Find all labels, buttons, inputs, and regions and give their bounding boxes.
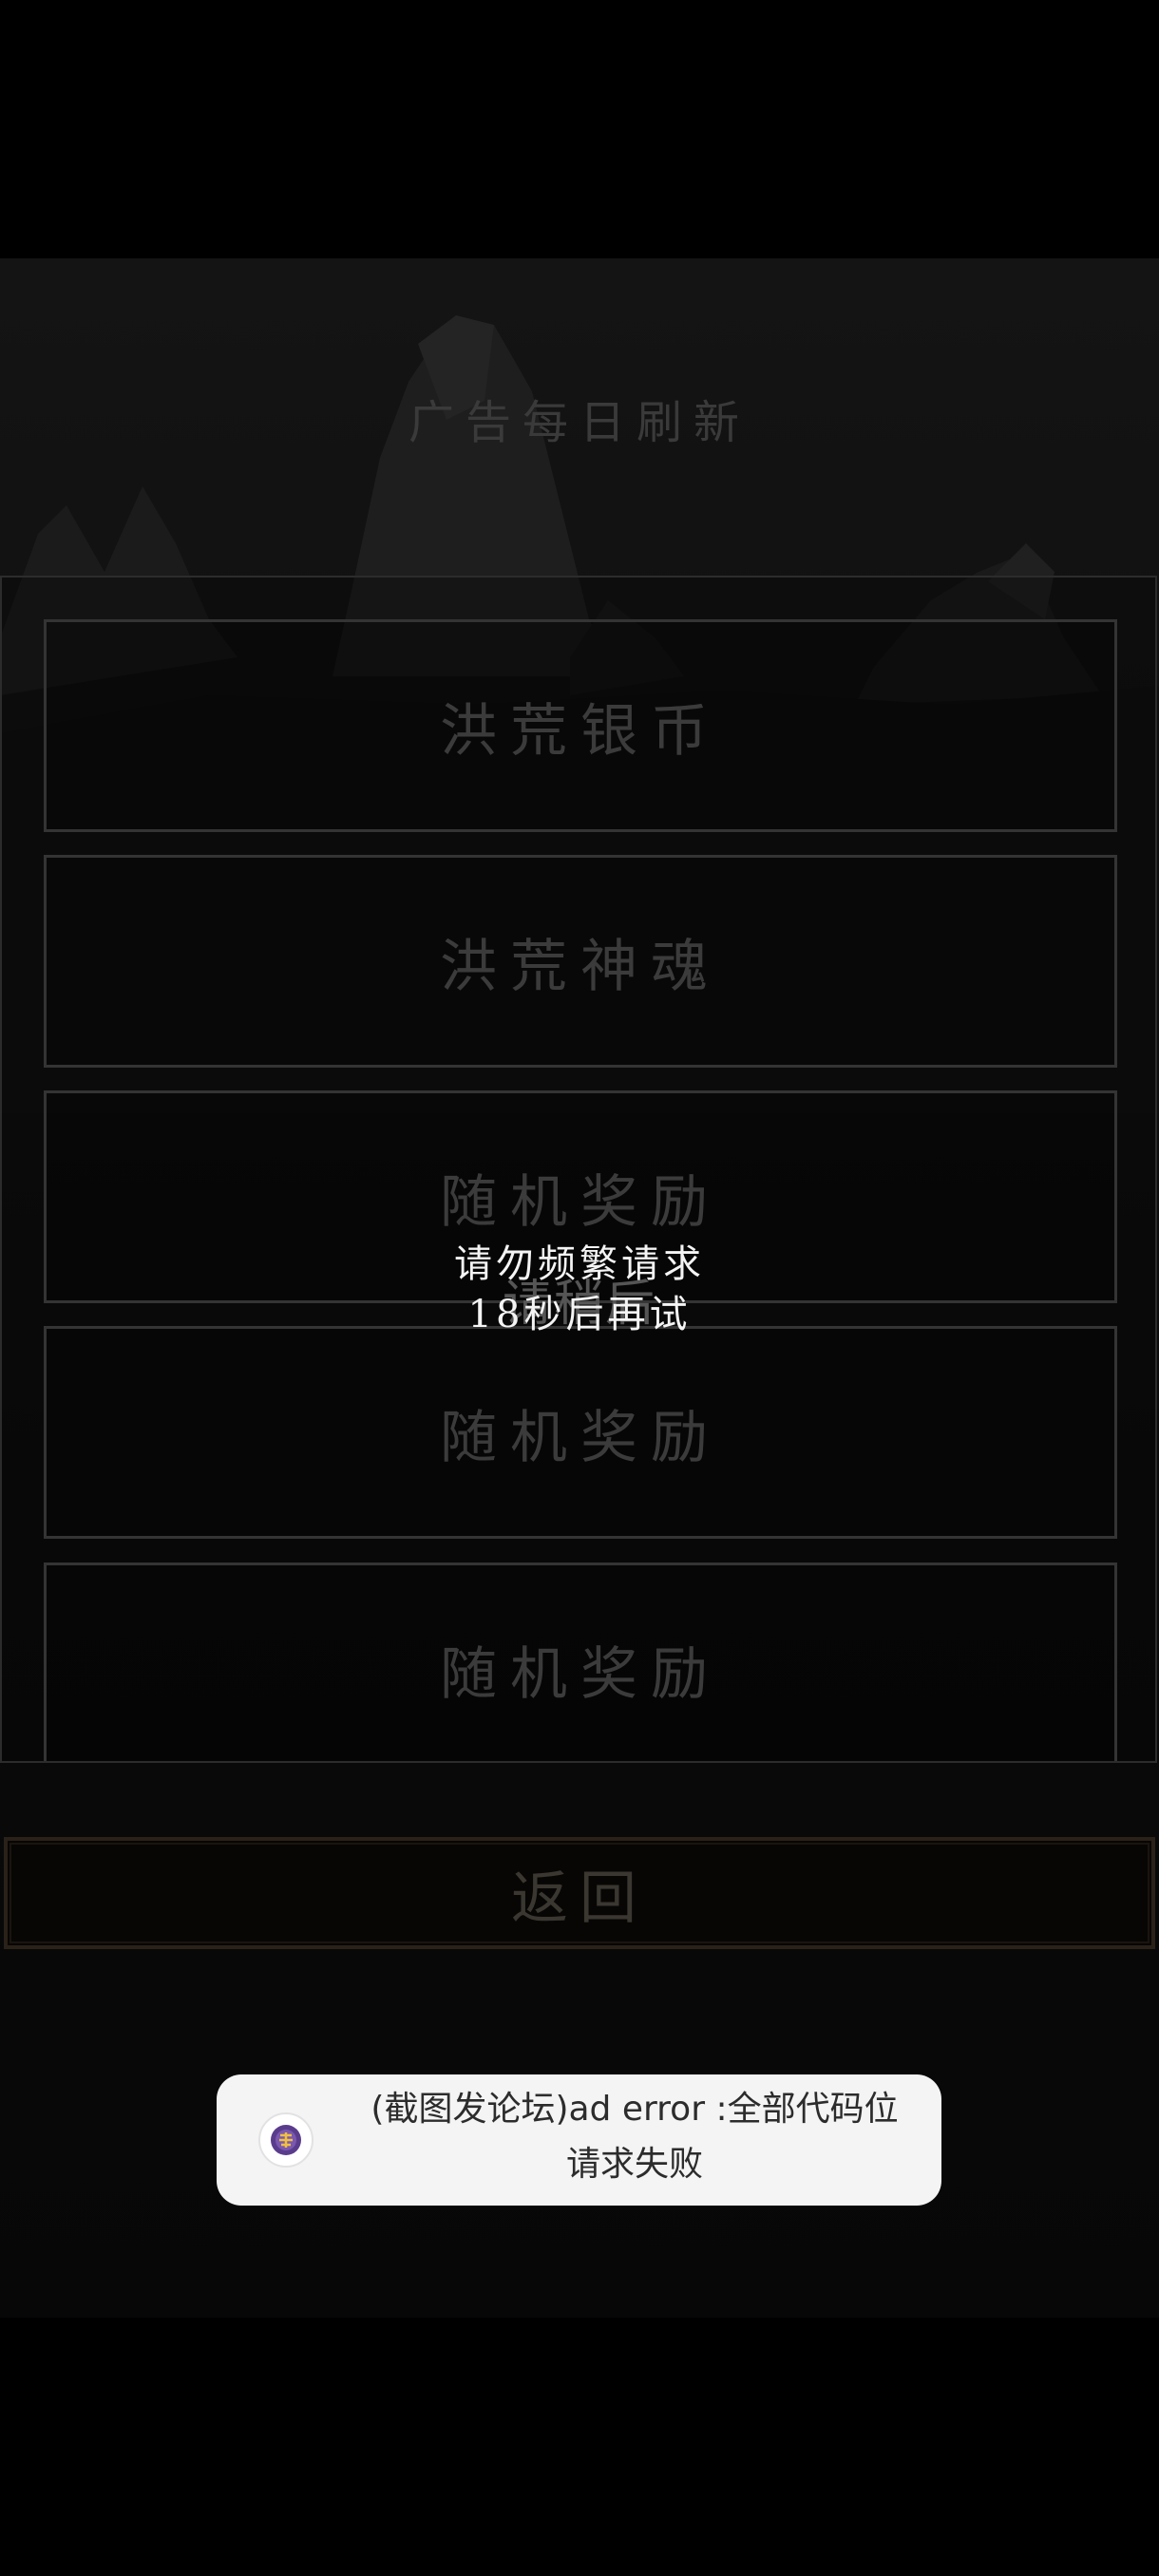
app-logo-icon <box>258 2112 314 2168</box>
back-button[interactable]: 返回 <box>4 1837 1155 1949</box>
reward-button-silver[interactable]: 洪荒银币 <box>44 619 1117 832</box>
toast-line-1: (截图发论坛)ad error :全部代码位 <box>370 2090 899 2129</box>
rate-limit-popup: 请勿频繁请求 18秒后再试 <box>0 1240 1159 1340</box>
reward-button-random-2[interactable]: 随机奖励 <box>44 1326 1117 1539</box>
toast-message: (截图发论坛)ad error :全部代码位 请求失败 <box>342 2082 927 2192</box>
toast-line-2: 请求失败 <box>565 2145 703 2184</box>
popup-message: 请勿频繁请求 <box>454 1242 705 1286</box>
reward-label: 随机奖励 <box>440 1168 721 1236</box>
reward-label: 洪荒神魂 <box>440 933 721 1000</box>
popup-countdown: 18秒后再试 <box>467 1293 692 1336</box>
reward-label: 随机奖励 <box>440 1640 721 1708</box>
reward-list[interactable]: 洪荒银币 洪荒神魂 随机奖励 随机奖励 随机奖励 <box>0 576 1157 1763</box>
reward-label: 随机奖励 <box>440 1404 721 1471</box>
toast-notification: (截图发论坛)ad error :全部代码位 请求失败 <box>217 2074 941 2206</box>
back-button-label: 返回 <box>511 1865 648 1932</box>
reward-label: 洪荒银币 <box>440 697 721 765</box>
reward-button-soul[interactable]: 洪荒神魂 <box>44 855 1117 1068</box>
reward-button-random-3[interactable]: 随机奖励 <box>44 1563 1117 1761</box>
page-title: 广告每日刷新 <box>408 396 750 449</box>
